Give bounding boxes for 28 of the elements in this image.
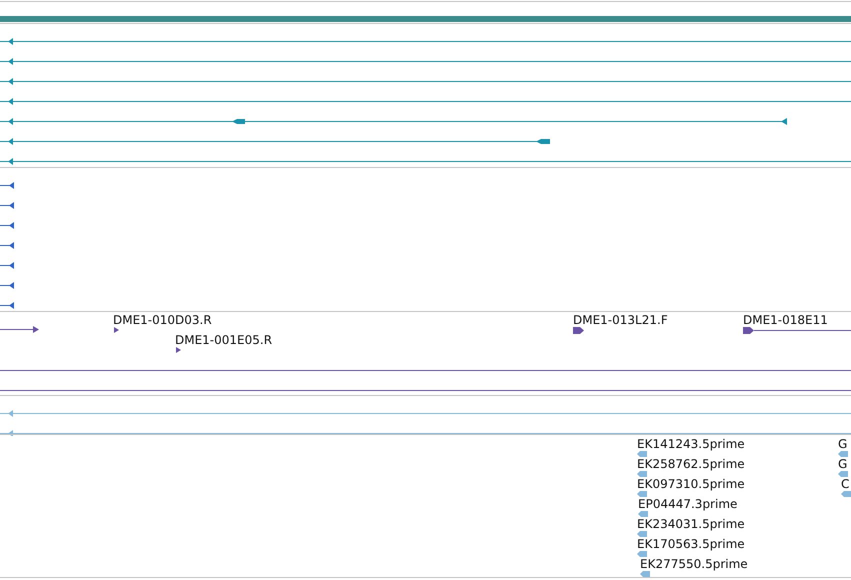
feature-arrow-icon [176, 347, 181, 353]
feature-arrow-icon [637, 451, 647, 457]
feature-arrow-icon [743, 327, 754, 334]
feature-arrow-icon [637, 551, 647, 557]
feature-arrow-icon [114, 327, 119, 333]
feature-arrow-icon [638, 511, 648, 517]
feature-label: G [838, 437, 848, 451]
feature-label: C [841, 477, 850, 491]
feature-label: EK097310.5prime [637, 477, 745, 491]
feature-arrow-icon [637, 531, 647, 537]
feature-label: EK258762.5prime [637, 457, 745, 471]
feature-label: EP04447.3prime [638, 497, 738, 511]
feature-arrow-icon [637, 491, 647, 497]
feature-label: DME1-018E11 [743, 313, 828, 327]
feature-arrow-icon [838, 451, 848, 457]
feature-arrow-icon [573, 327, 584, 334]
feature-label: DME1-013L21.F [573, 313, 668, 327]
feature-arrow-icon [838, 471, 848, 477]
feature-arrow-icon [637, 471, 647, 477]
feature-arrow-icon [640, 571, 650, 577]
feature-label: DME1-010D03.R [113, 313, 212, 327]
feature-label: EK234031.5prime [637, 517, 745, 531]
feature-label: G [838, 457, 848, 471]
feature-arrow-icon [841, 491, 851, 497]
feature-label: EK141243.5prime [637, 437, 745, 451]
feature-label: EK170563.5prime [637, 537, 745, 551]
feature-label: DME1-001E05.R [175, 333, 272, 347]
feature-label: EK277550.5prime [640, 557, 748, 571]
